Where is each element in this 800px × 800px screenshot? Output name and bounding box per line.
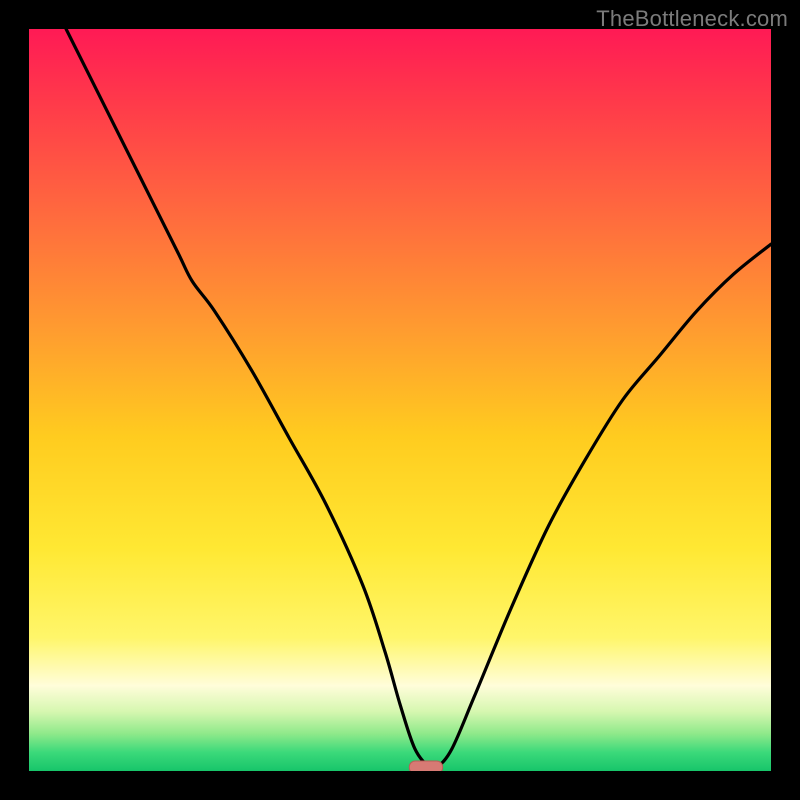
bottleneck-curve xyxy=(66,29,771,770)
plot-area xyxy=(29,29,771,771)
chart-frame: { "watermark": "TheBottleneck.com", "col… xyxy=(0,0,800,800)
minimum-marker xyxy=(409,761,442,771)
curve-layer xyxy=(29,29,771,771)
